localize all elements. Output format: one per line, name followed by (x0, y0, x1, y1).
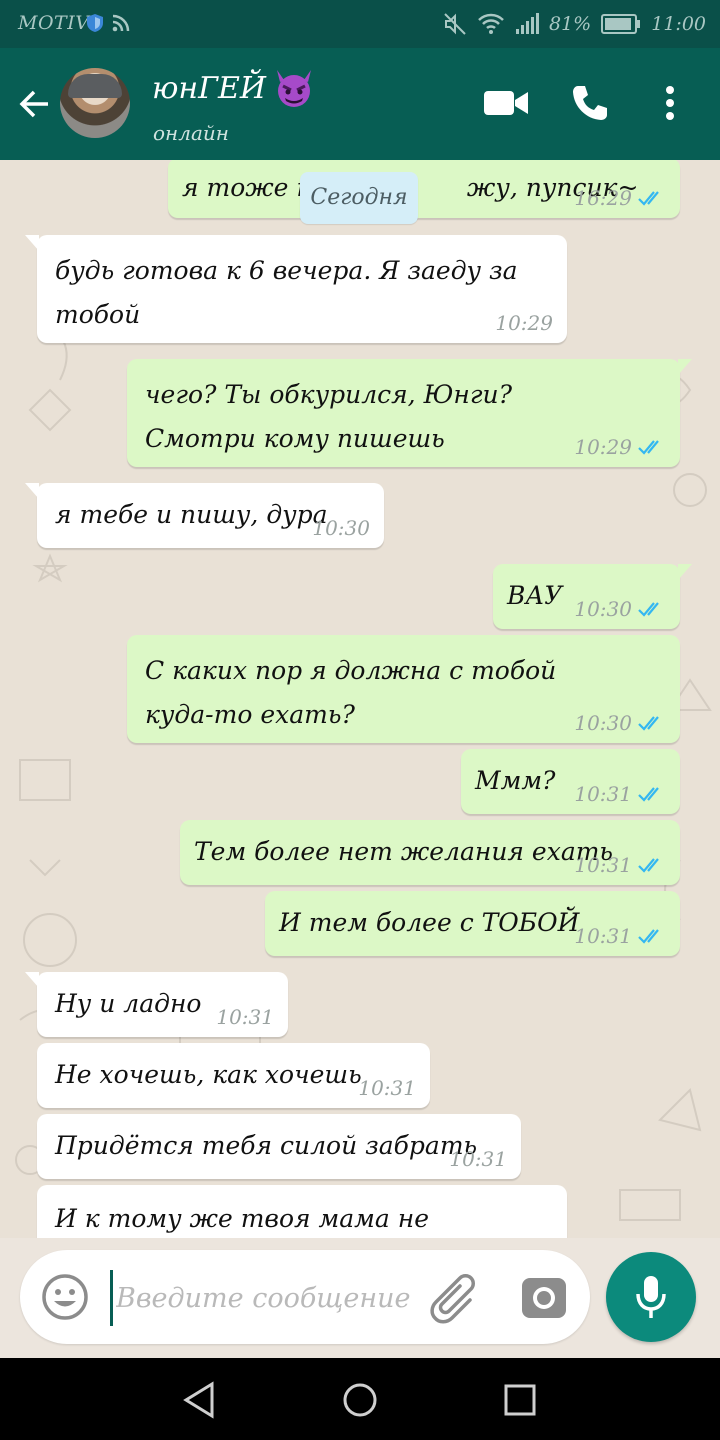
message-input-container[interactable] (20, 1250, 590, 1344)
text-cursor (110, 1270, 113, 1326)
message-line: тобой (55, 300, 141, 329)
read-ticks-icon (638, 716, 659, 731)
devil-emoji-icon (277, 70, 312, 107)
more-options-button[interactable] (645, 78, 695, 128)
attach-icon[interactable] (430, 1270, 482, 1324)
shield-icon (87, 14, 103, 32)
contact-status: онлайн (153, 121, 229, 145)
rss-icon (112, 14, 130, 32)
voice-call-button[interactable] (565, 78, 615, 128)
message-bubble[interactable]: будь готова к 6 вечера. Я заеду за тобой… (25, 235, 567, 343)
system-nav-bar (0, 1358, 720, 1440)
message-meta: 10:31 (216, 1005, 274, 1029)
message-time: 10:29 (574, 435, 632, 459)
message-time: 10:31 (449, 1147, 507, 1171)
read-ticks-icon (638, 440, 659, 455)
message-bubble[interactable]: И к тому же твоя мама не (37, 1185, 567, 1238)
message-meta: 10:31 (449, 1147, 507, 1171)
message-line: будь готова к 6 вечера. Я заеду за (55, 256, 518, 285)
message-meta: 10:29 (495, 311, 553, 335)
message-time: 10:31 (574, 782, 632, 806)
message-bubble[interactable]: Ммм? 10:31 (461, 749, 680, 814)
message-bubble[interactable]: Придётся тебя силой забрать 10:31 (37, 1114, 521, 1179)
message-line: Придётся тебя силой забрать (55, 1131, 478, 1160)
read-ticks-icon (638, 602, 659, 617)
message-line: И к тому же твоя мама не (55, 1204, 429, 1233)
message-bubble[interactable]: чего? Ты обкурился, Юнги? Смотри кому пи… (127, 359, 692, 467)
chat-area[interactable]: я тоже те жу, пупсик~ 16:29 Сегодня будь … (0, 160, 720, 1238)
message-line: С каких пор я должна с тобой (145, 656, 557, 685)
nav-back-icon[interactable] (178, 1378, 222, 1422)
message-meta: 10:30 (312, 516, 370, 540)
nav-recents-icon[interactable] (498, 1378, 542, 1422)
read-ticks-icon (638, 858, 659, 873)
message-meta: 10:30 (574, 597, 666, 621)
compose-bar (0, 1238, 720, 1358)
wifi-icon (478, 13, 504, 34)
mic-icon (636, 1276, 666, 1318)
battery-icon (601, 14, 641, 34)
message-input[interactable] (116, 1272, 416, 1324)
message-meta: 10:31 (358, 1076, 416, 1100)
read-ticks-icon (638, 787, 659, 802)
video-call-button[interactable] (481, 78, 531, 128)
message-time: 10:30 (312, 516, 370, 540)
more-vert-icon (666, 86, 674, 120)
date-chip: Сегодня (300, 172, 418, 224)
message-meta: 10:30 (574, 711, 666, 735)
message-time: 10:31 (574, 924, 632, 948)
message-meta: 16:29 (574, 186, 666, 210)
message-meta: 10:29 (574, 435, 666, 459)
message-line: чего? Ты обкурился, Юнги? (145, 380, 513, 409)
avatar[interactable] (60, 68, 130, 138)
message-time: 10:29 (495, 311, 553, 335)
message-bubble[interactable]: я тебе и пишу, дура 10:30 (25, 483, 384, 548)
message-time: 10:31 (216, 1005, 274, 1029)
battery-percent: 81% (549, 13, 592, 35)
message-meta: 10:31 (574, 782, 666, 806)
message-bubble[interactable]: Не хочешь, как хочешь 10:31 (37, 1043, 430, 1108)
mute-icon (444, 13, 466, 35)
message-time: 10:30 (574, 711, 632, 735)
camera-icon[interactable] (520, 1274, 568, 1320)
chat-header: юнГЕЙ онлайн (0, 48, 720, 160)
message-time: 10:31 (574, 853, 632, 877)
message-bubble[interactable]: С каких пор я должна с тобой куда-то еха… (127, 635, 680, 743)
message-bubble[interactable]: Тем более нет желания ехать 10:31 (180, 820, 680, 885)
back-arrow-icon[interactable] (14, 84, 54, 124)
signal-icon (516, 13, 539, 34)
message-bubble[interactable]: Ну и ладно 10:31 (25, 972, 288, 1037)
status-bar: MOTIV 81% 11:00 (0, 0, 720, 48)
message-meta: 10:31 (574, 853, 666, 877)
message-time: 10:30 (574, 597, 632, 621)
message-bubble[interactable]: я тоже те жу, пупсик~ 16:29 (168, 160, 680, 218)
emoji-icon[interactable] (40, 1272, 90, 1322)
contact-name-text: юнГЕЙ (152, 70, 267, 106)
nav-home-icon[interactable] (338, 1378, 382, 1422)
video-call-icon (484, 91, 528, 115)
contact-name[interactable]: юнГЕЙ (152, 66, 316, 110)
status-time: 11:00 (651, 13, 706, 35)
message-bubble[interactable]: ВАУ 10:30 (493, 564, 692, 629)
phone-icon (573, 86, 607, 120)
message-time: 16:29 (574, 186, 632, 210)
read-ticks-icon (638, 191, 659, 206)
read-ticks-icon (638, 929, 659, 944)
message-meta: 10:31 (574, 924, 666, 948)
carrier-label: MOTIV (18, 12, 90, 34)
mic-button[interactable] (606, 1252, 696, 1342)
message-time: 10:31 (358, 1076, 416, 1100)
message-bubble[interactable]: И тем более с ТОБОЙ 10:31 (265, 891, 680, 956)
